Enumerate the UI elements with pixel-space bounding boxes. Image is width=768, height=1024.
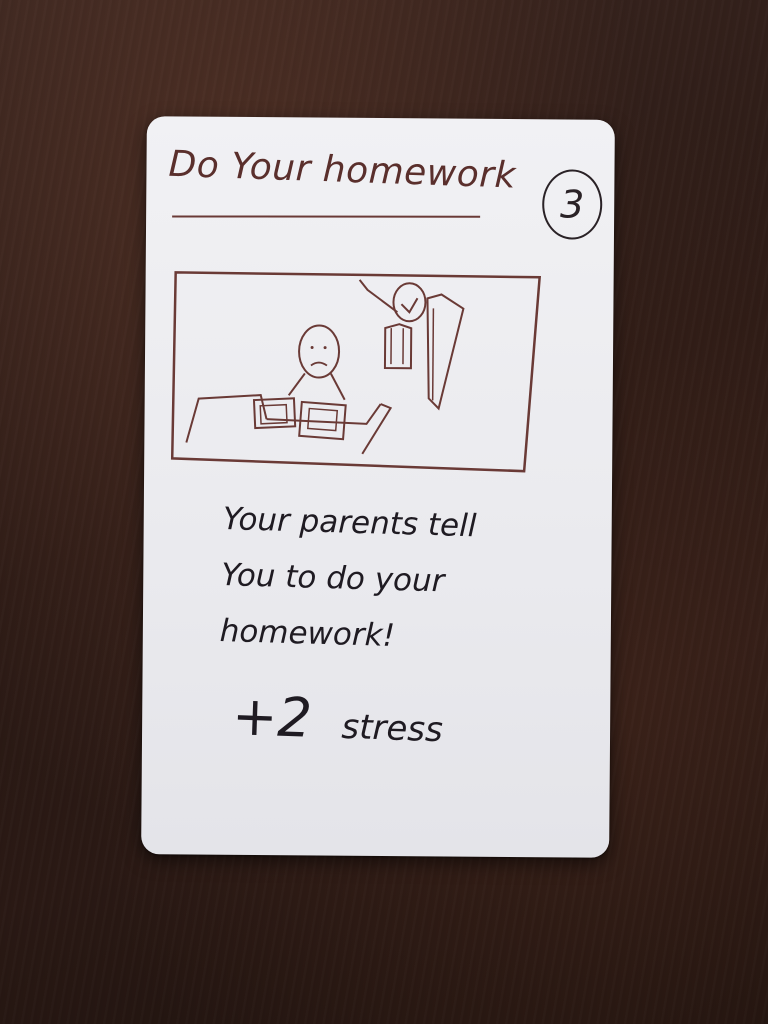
flavor-line: Your parents tell — [222, 501, 477, 545]
card-effect: +2 stress — [231, 684, 444, 754]
teacher-head — [392, 282, 427, 323]
cost-badge: 3 — [541, 169, 603, 240]
student-head — [298, 324, 341, 379]
card-illustration — [170, 271, 542, 473]
table-surface: { "card": { "title": "Do Your homework",… — [0, 0, 768, 1024]
effect-stat: stress — [340, 706, 444, 751]
card-flavor-text: Your parents tell You to do your homewor… — [219, 491, 584, 669]
illustration-frame — [170, 271, 542, 473]
flavor-line: You to do your — [220, 557, 445, 600]
title-underline — [172, 215, 481, 218]
effect-amount: +2 — [231, 684, 313, 750]
card-title: Do Your homework — [167, 143, 517, 197]
cost-value: 3 — [559, 182, 585, 227]
flavor-line: homework! — [219, 612, 396, 655]
game-card[interactable]: Do Your homework 3 Your parents tell You… — [141, 116, 615, 858]
